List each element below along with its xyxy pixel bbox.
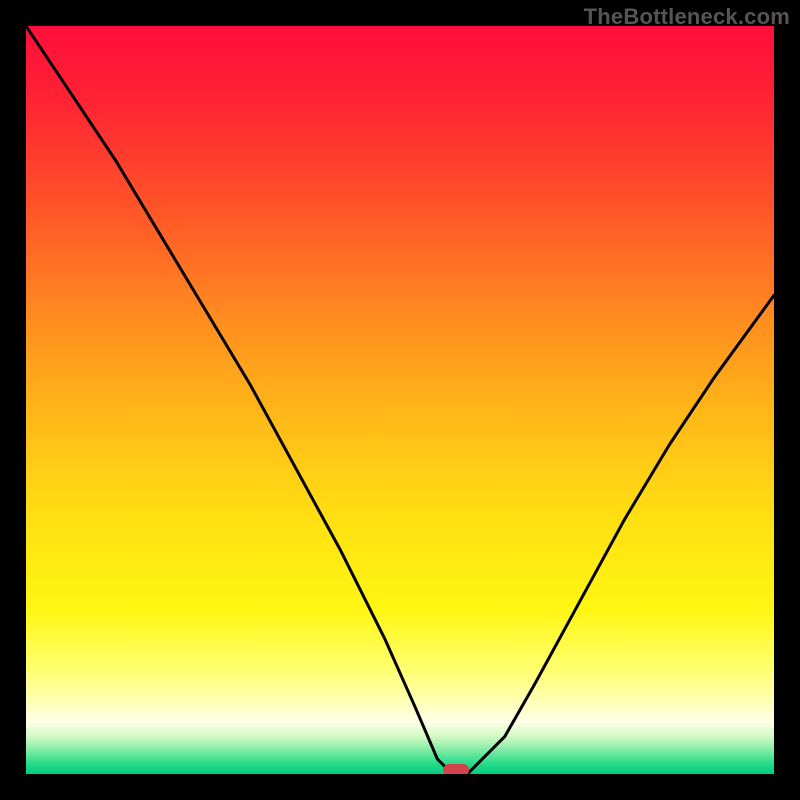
chart-svg — [26, 26, 774, 774]
chart-frame: TheBottleneck.com — [0, 0, 800, 800]
plot-area — [26, 26, 774, 774]
optimal-marker — [443, 764, 469, 774]
watermark-text: TheBottleneck.com — [584, 4, 790, 30]
gradient-background — [26, 26, 774, 774]
